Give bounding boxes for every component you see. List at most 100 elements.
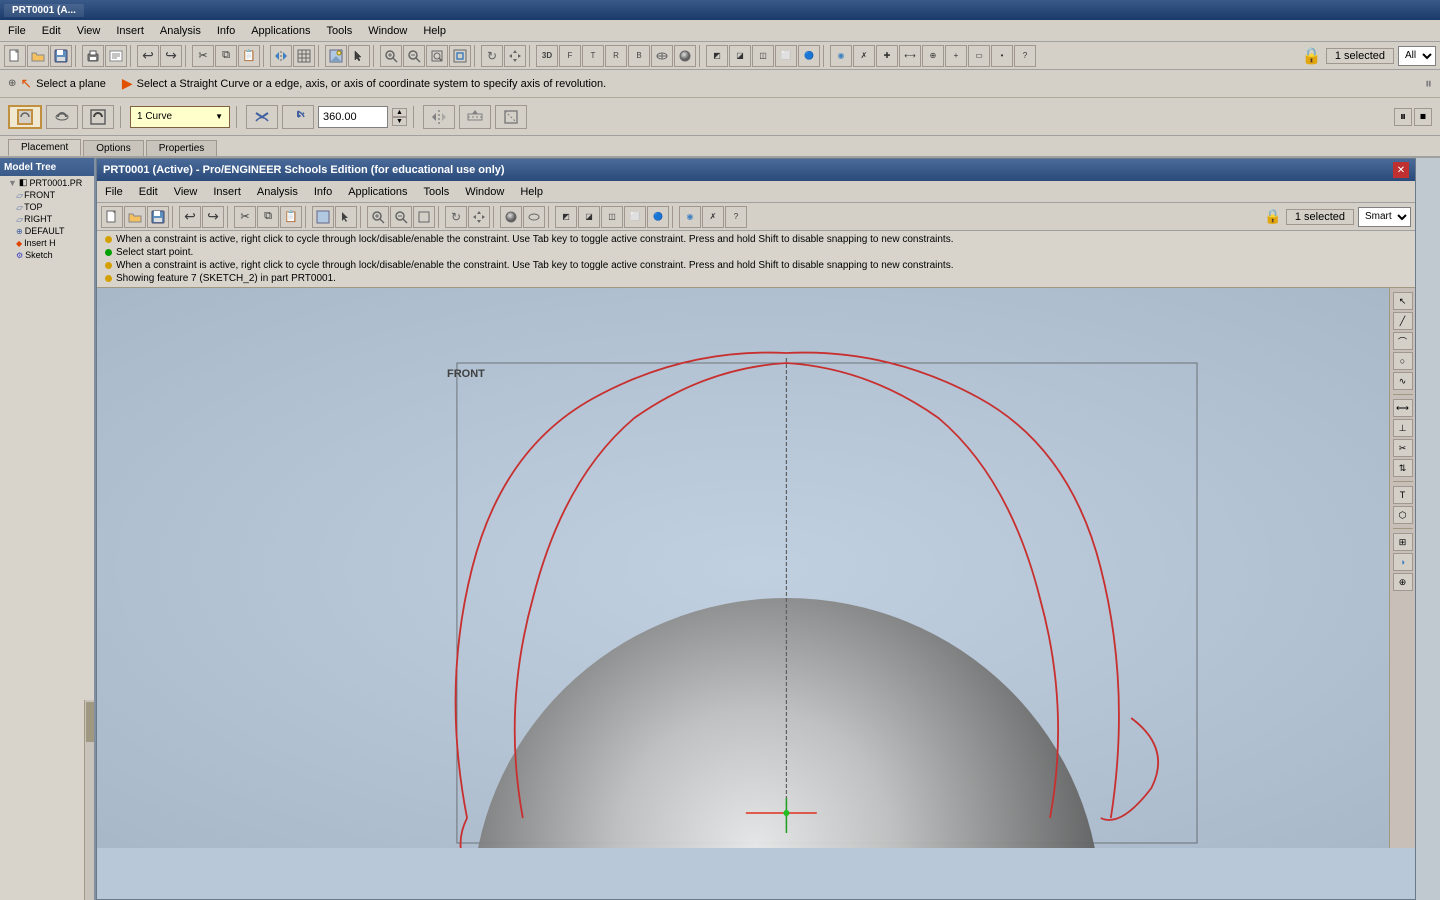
inner-zoom-in-btn[interactable] — [367, 206, 389, 228]
tree-item-insert[interactable]: ◆ Insert H — [0, 237, 94, 249]
sk-grid-btn[interactable]: ⊞ — [1393, 533, 1413, 551]
undo-btn[interactable]: ↩ — [137, 45, 159, 67]
scrollbar-thumb[interactable] — [86, 702, 94, 742]
filter-dropdown[interactable]: All — [1398, 46, 1436, 66]
angle-type-side-btn[interactable] — [282, 105, 314, 129]
meas-btn[interactable]: ✚ — [876, 45, 898, 67]
axis-btn[interactable]: + — [945, 45, 967, 67]
plane-btn[interactable]: ▭ — [968, 45, 990, 67]
sk-trim-btn[interactable]: ✂ — [1393, 439, 1413, 457]
misc1-btn[interactable]: ? — [1014, 45, 1036, 67]
rotate-btn[interactable]: ↻ — [481, 45, 503, 67]
copy-btn[interactable]: ⧉ — [215, 45, 237, 67]
sk-mirror-btn[interactable]: ⇅ — [1393, 459, 1413, 477]
inner-analysis-btn[interactable]: ◉ — [679, 206, 701, 228]
display-opt4[interactable]: ⬜ — [775, 45, 797, 67]
revolve-thin-btn[interactable] — [82, 105, 114, 129]
inner-fit-btn[interactable] — [413, 206, 435, 228]
tree-item-top[interactable]: ▱ TOP — [0, 201, 94, 213]
view-front-btn[interactable]: F — [559, 45, 581, 67]
inner-open-btn[interactable] — [124, 206, 146, 228]
inner-disp1[interactable]: ◩ — [555, 206, 577, 228]
outer-tab[interactable]: PRT0001 (A... — [4, 4, 84, 17]
grid-btn[interactable] — [293, 45, 315, 67]
inner-menu-view[interactable]: View — [166, 184, 206, 200]
inner-menu-help[interactable]: Help — [512, 184, 551, 200]
zoom-in-btn[interactable] — [380, 45, 402, 67]
inner-misc-btn[interactable]: ? — [725, 206, 747, 228]
paste-btn[interactable]: 📋 — [238, 45, 260, 67]
inner-menu-info[interactable]: Info — [306, 184, 340, 200]
preview-btn[interactable] — [105, 45, 127, 67]
cut-btn[interactable]: ✂ — [192, 45, 214, 67]
tree-item-right[interactable]: ▱ RIGHT — [0, 213, 94, 225]
view-right-btn[interactable]: R — [605, 45, 627, 67]
tab-options[interactable]: Options — [83, 140, 143, 156]
inner-disp5[interactable]: 🔵 — [647, 206, 669, 228]
menu-window[interactable]: Window — [360, 23, 415, 39]
display-opt1[interactable]: ◩ — [706, 45, 728, 67]
zoom-fit-btn[interactable] — [426, 45, 448, 67]
sk-line-btn[interactable]: ╱ — [1393, 312, 1413, 330]
cs-btn[interactable]: ⊕ — [922, 45, 944, 67]
inner-shaded-btn[interactable] — [500, 206, 522, 228]
view-back-btn[interactable]: B — [628, 45, 650, 67]
menu-applications[interactable]: Applications — [243, 23, 318, 39]
view-wireframe-btn[interactable] — [651, 45, 673, 67]
inner-pick-btn[interactable] — [335, 206, 357, 228]
menu-analysis[interactable]: Analysis — [152, 23, 209, 39]
view-top-btn[interactable]: T — [582, 45, 604, 67]
analysis-btn[interactable]: ✗ — [853, 45, 875, 67]
revolve-surface-btn[interactable] — [46, 105, 78, 129]
inner-meas-btn[interactable]: ✗ — [702, 206, 724, 228]
inner-menu-insert[interactable]: Insert — [205, 184, 249, 200]
inner-disp4[interactable]: ⬜ — [624, 206, 646, 228]
dim-btn[interactable]: ⟷ — [899, 45, 921, 67]
inner-copy-btn[interactable]: ⧉ — [257, 206, 279, 228]
tree-item-default[interactable]: ⊕ DEFAULT — [0, 225, 94, 237]
display-opt3[interactable]: ◫ — [752, 45, 774, 67]
inner-zoom-out-btn[interactable] — [390, 206, 412, 228]
tab-properties[interactable]: Properties — [146, 140, 218, 156]
menu-edit[interactable]: Edit — [34, 23, 69, 39]
angle-type-both-btn[interactable] — [246, 105, 278, 129]
flip-btn[interactable] — [423, 105, 455, 129]
open-btn[interactable] — [27, 45, 49, 67]
menu-insert[interactable]: Insert — [108, 23, 152, 39]
pan-btn[interactable] — [504, 45, 526, 67]
inner-menu-tools[interactable]: Tools — [416, 184, 458, 200]
options-btn[interactable] — [459, 105, 491, 129]
dashboard-stop-btn[interactable]: ⏹ — [1414, 108, 1432, 126]
sk-text-btn[interactable]: T — [1393, 486, 1413, 504]
inner-new-btn[interactable] — [101, 206, 123, 228]
main-viewport[interactable]: FRONT — [97, 288, 1415, 848]
tree-item-front[interactable]: ▱ FRONT — [0, 189, 94, 201]
menu-view[interactable]: View — [69, 23, 109, 39]
redo-btn[interactable]: ↪ — [160, 45, 182, 67]
view-named-btn[interactable]: 3D — [536, 45, 558, 67]
curve-selector[interactable]: 1 Curve ▼ — [130, 106, 230, 128]
display-opt2[interactable]: ◪ — [729, 45, 751, 67]
inner-disp3[interactable]: ◫ — [601, 206, 623, 228]
tree-scrollbar[interactable] — [84, 700, 94, 900]
new-btn[interactable] — [4, 45, 26, 67]
save-btn[interactable] — [50, 45, 72, 67]
cap-btn[interactable] — [495, 105, 527, 129]
point-btn[interactable]: • — [991, 45, 1013, 67]
sk-diag-btn[interactable]: ⊕ — [1393, 573, 1413, 591]
inner-filter-dropdown[interactable]: Smart — [1358, 207, 1411, 227]
display-opt5[interactable]: 🔵 — [798, 45, 820, 67]
inner-menu-analysis[interactable]: Analysis — [249, 184, 306, 200]
sk-select-btn[interactable]: ↖ — [1393, 292, 1413, 310]
sk-circle-btn[interactable]: ○ — [1393, 352, 1413, 370]
pick-btn[interactable] — [348, 45, 370, 67]
sk-dim-btn[interactable]: ⟷ — [1393, 399, 1413, 417]
sk-arc-btn[interactable]: ⌒ — [1393, 332, 1413, 350]
inner-rotate-btn[interactable]: ↻ — [445, 206, 467, 228]
sk-spline-btn[interactable]: ∿ — [1393, 372, 1413, 390]
inner-menu-applications[interactable]: Applications — [340, 184, 415, 200]
tree-item-sketch[interactable]: ⚙ Sketch — [0, 249, 94, 261]
menu-help[interactable]: Help — [415, 23, 454, 39]
angle-input[interactable] — [318, 106, 388, 128]
inner-redo-btn[interactable]: ↪ — [202, 206, 224, 228]
